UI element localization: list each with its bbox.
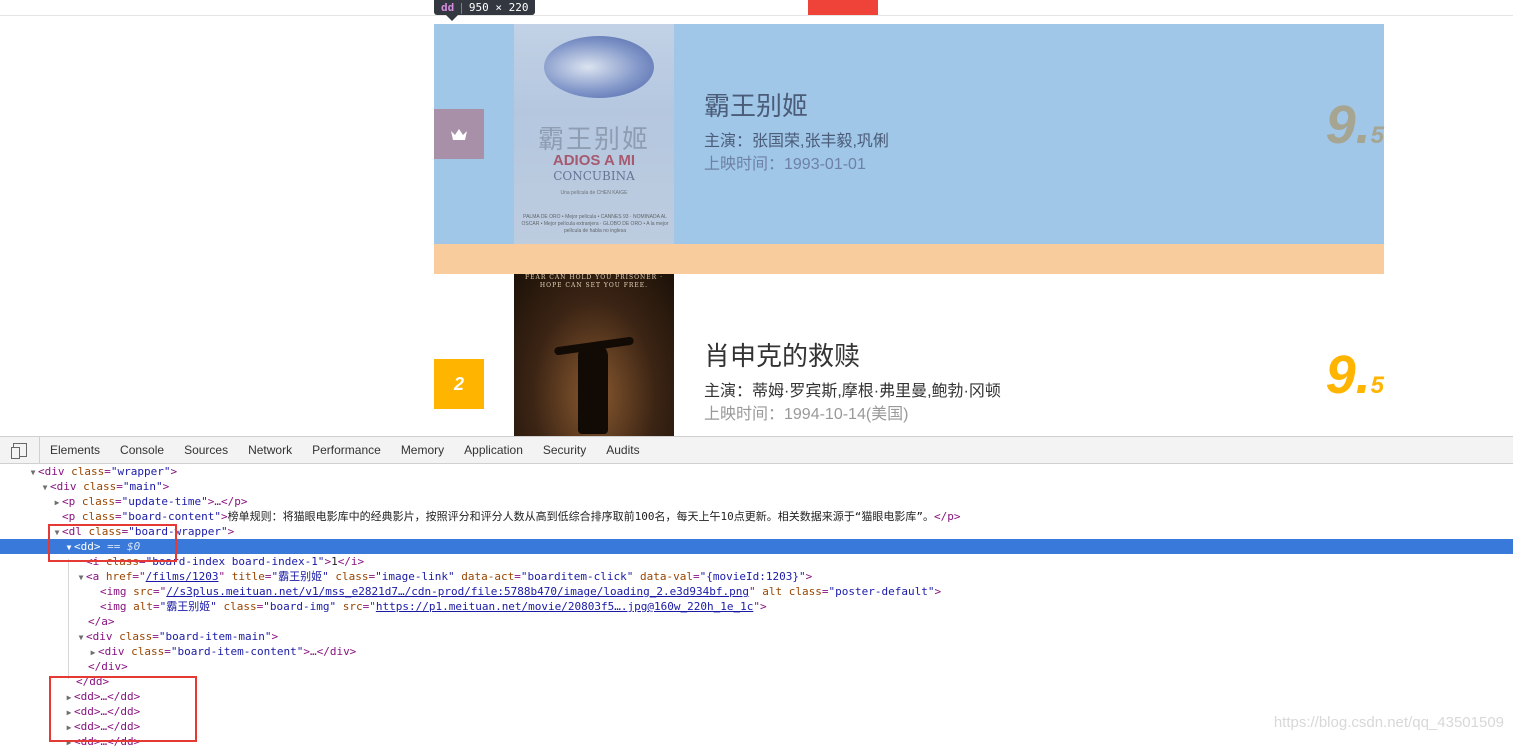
- tab-application[interactable]: Application: [454, 437, 533, 464]
- element-highlight-margin: [434, 244, 1384, 274]
- expand-triangle-icon[interactable]: ▼: [76, 570, 86, 585]
- header-red-block: [808, 0, 878, 15]
- movie-release: 上映时间：1994-10-14(美国): [704, 406, 909, 423]
- header-divider: [0, 15, 1513, 16]
- rank-badge-2: 2: [434, 359, 484, 409]
- score-integer: 9.: [1325, 95, 1371, 155]
- poster-credit: Una película de CHEN KAIGE: [560, 190, 628, 196]
- devtools-panel: Elements Console Sources Network Perform…: [0, 436, 1513, 748]
- src-link[interactable]: https://p1.meituan.net/movie/20803f5….jp…: [376, 600, 754, 613]
- movie-score-1: 9.5: [1326, 94, 1384, 156]
- movie-info-2: 肖申克的救赎 主演：蒂姆·罗宾斯,摩根·弗里曼,鲍勃·冈顿 上映时间：1994-…: [704, 339, 1001, 427]
- movie-star: 主演：张国荣,张丰毅,巩俐: [704, 133, 889, 150]
- dom-node-main[interactable]: ▼ <div class="main">: [0, 479, 1513, 494]
- expand-triangle-icon[interactable]: ▼: [40, 480, 50, 495]
- dom-node-board-content[interactable]: <p class="board-content">榜单规则：将猫眼电影库中的经典…: [0, 509, 1513, 524]
- movie-star: 主演：蒂姆·罗宾斯,摩根·弗里曼,鲍勃·冈顿: [704, 383, 1001, 400]
- page-viewport: 霸王别姬 ADIOS A MI CONCUBINA Una película d…: [0, 0, 1513, 436]
- movie-poster-1[interactable]: 霸王别姬 ADIOS A MI CONCUBINA Una película d…: [514, 24, 674, 244]
- element-size-tooltip: dd | 950 × 220: [434, 0, 536, 15]
- dom-node-dd-close[interactable]: </dd>: [0, 674, 1513, 689]
- dom-node-dd-selected[interactable]: ▼ <dd> == $0: [0, 539, 1513, 554]
- src-link[interactable]: //s3plus.meituan.net/v1/mss_e2821d7…/cdn…: [166, 585, 749, 598]
- tab-sources[interactable]: Sources: [174, 437, 238, 464]
- dom-node-div-close[interactable]: </div>: [0, 659, 1513, 674]
- poster-title-en-2: CONCUBINA: [553, 169, 635, 183]
- tab-console[interactable]: Console: [110, 437, 174, 464]
- dom-node-board-item-content[interactable]: ▶ <div class="board-item-content">…</div>: [0, 644, 1513, 659]
- dom-node-img-board[interactable]: <img alt="霸王别姬" class="board-img" src="h…: [0, 599, 1513, 614]
- tooltip-tag: dd: [441, 1, 455, 14]
- dom-node-dd-5[interactable]: ▶ <dd>…</dd>: [0, 734, 1513, 749]
- collapse-triangle-icon[interactable]: ▶: [88, 645, 98, 660]
- tab-elements[interactable]: Elements: [40, 437, 110, 464]
- poster-title-en: ADIOS A MI: [552, 152, 636, 169]
- tab-memory[interactable]: Memory: [391, 437, 454, 464]
- dom-node-board-index[interactable]: <i class="board-index board-index-1">1</…: [0, 554, 1513, 569]
- score-fraction: 5: [1370, 122, 1384, 149]
- tab-audits[interactable]: Audits: [596, 437, 649, 464]
- dom-node-board-item-main[interactable]: ▼ <div class="board-item-main">: [0, 629, 1513, 644]
- devtools-toolbar: Elements Console Sources Network Perform…: [0, 436, 1513, 464]
- tab-network[interactable]: Network: [238, 437, 302, 464]
- poster-awards: PALMA DE ORO • Mejor película • CANNES 9…: [521, 214, 669, 234]
- annotation-box-selected-dd: [48, 524, 177, 562]
- score-fraction: 5: [1370, 372, 1384, 399]
- expand-triangle-icon[interactable]: ▼: [28, 465, 38, 480]
- movie-name[interactable]: 肖申克的救赎: [704, 339, 1001, 373]
- score-integer: 9.: [1325, 345, 1371, 405]
- poster-face-image: [544, 36, 654, 98]
- movie-score-2: 9.5: [1326, 344, 1384, 406]
- collapse-triangle-icon[interactable]: ▶: [52, 495, 62, 510]
- watermark: https://blog.csdn.net/qq_43501509: [1273, 714, 1504, 731]
- device-toolbar-icon[interactable]: [0, 436, 40, 464]
- tab-performance[interactable]: Performance: [302, 437, 391, 464]
- tooltip-separator: |: [458, 1, 465, 14]
- dom-tree: ▼ <div class="wrapper"> ▼ <div class="main…: [0, 464, 1513, 748]
- dom-node-wrapper[interactable]: ▼ <div class="wrapper">: [0, 464, 1513, 479]
- poster-figure: [578, 344, 608, 434]
- movie-item-1[interactable]: 霸王别姬 ADIOS A MI CONCUBINA Una película d…: [434, 24, 1384, 244]
- dom-node-a-close[interactable]: </a>: [0, 614, 1513, 629]
- dom-node-image-link[interactable]: ▼ <a href="/films/1203" title="霸王别姬" clas…: [0, 569, 1513, 584]
- crown-icon: [451, 129, 467, 140]
- tooltip-size: 950 × 220: [468, 1, 529, 14]
- movie-item-2[interactable]: 2 FEAR CAN HOLD YOU PRISONER · HOPE CAN …: [434, 274, 1384, 436]
- dom-node-board-wrapper[interactable]: ▼ <dl class="board-wrapper">: [0, 524, 1513, 539]
- annotation-box-other-dd: [49, 676, 197, 742]
- href-link[interactable]: /films/1203: [146, 570, 219, 583]
- movie-name[interactable]: 霸王别姬: [704, 89, 889, 123]
- movie-info-1: 霸王别姬 主演：张国荣,张丰毅,巩俐 上映时间：1993-01-01: [704, 89, 889, 177]
- tooltip-arrow: [446, 15, 458, 21]
- rank-badge-1: [434, 109, 484, 159]
- expand-triangle-icon[interactable]: ▼: [76, 630, 86, 645]
- tab-security[interactable]: Security: [533, 437, 596, 464]
- poster-title-cn: 霸王别姬: [537, 125, 650, 155]
- dom-node-dd-2[interactable]: ▶ <dd>…</dd>: [0, 689, 1513, 704]
- dom-node-update-time[interactable]: ▶ <p class="update-time">…</p>: [0, 494, 1513, 509]
- dom-node-img-default[interactable]: <img src="//s3plus.meituan.net/v1/mss_e2…: [0, 584, 1513, 599]
- movie-release: 上映时间：1993-01-01: [704, 156, 866, 173]
- poster-tagline: FEAR CAN HOLD YOU PRISONER · HOPE CAN SE…: [525, 274, 663, 289]
- movie-poster-2[interactable]: FEAR CAN HOLD YOU PRISONER · HOPE CAN SE…: [514, 274, 674, 436]
